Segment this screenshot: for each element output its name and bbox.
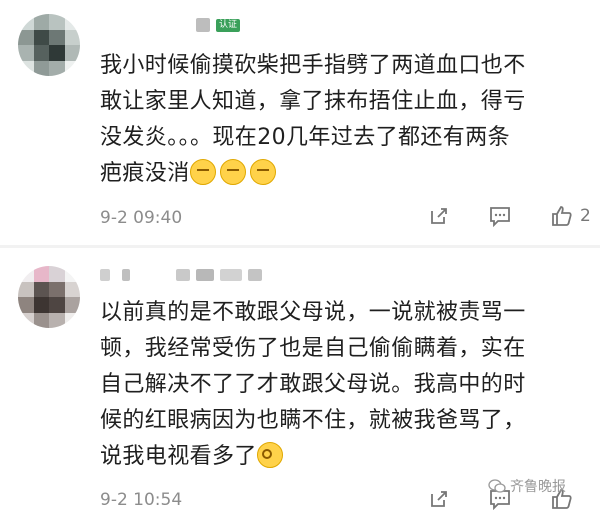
- comment-line: 顿，我经常受伤了也是自己偷偷瞒着，实在: [100, 336, 526, 361]
- eye-roll-emoji-icon: [256, 442, 283, 468]
- wechat-icon: [488, 479, 506, 493]
- comment-line: 说我电视看多了: [100, 444, 257, 469]
- comment-line: 以前真的是不敢跟父母说，一说就被责骂一: [100, 300, 526, 325]
- comment-item: 以前真的是不敢跟父母说，一说就被责骂一 顿，我经常受伤了也是自己偷偷瞒着，实在 …: [0, 0, 600, 512]
- watermark-text: 齐鲁晚报: [510, 479, 566, 495]
- comment-text: 以前真的是不敢跟父母说，一说就被责骂一 顿，我经常受伤了也是自己偷偷瞒着，实在 …: [100, 295, 578, 475]
- share-button[interactable]: [428, 488, 450, 510]
- comment-time: 9-2 10:54: [100, 490, 183, 510]
- watermark: 齐鲁晚报: [488, 476, 566, 496]
- comment-line: 候的红眼病因为也瞒不住，就被我爸骂了，: [100, 408, 526, 433]
- comment-line: 自己解决不了了才敢跟父母说。我高中的时: [100, 372, 526, 397]
- share-icon: [431, 491, 447, 507]
- avatar[interactable]: [18, 266, 80, 328]
- username[interactable]: [100, 264, 262, 286]
